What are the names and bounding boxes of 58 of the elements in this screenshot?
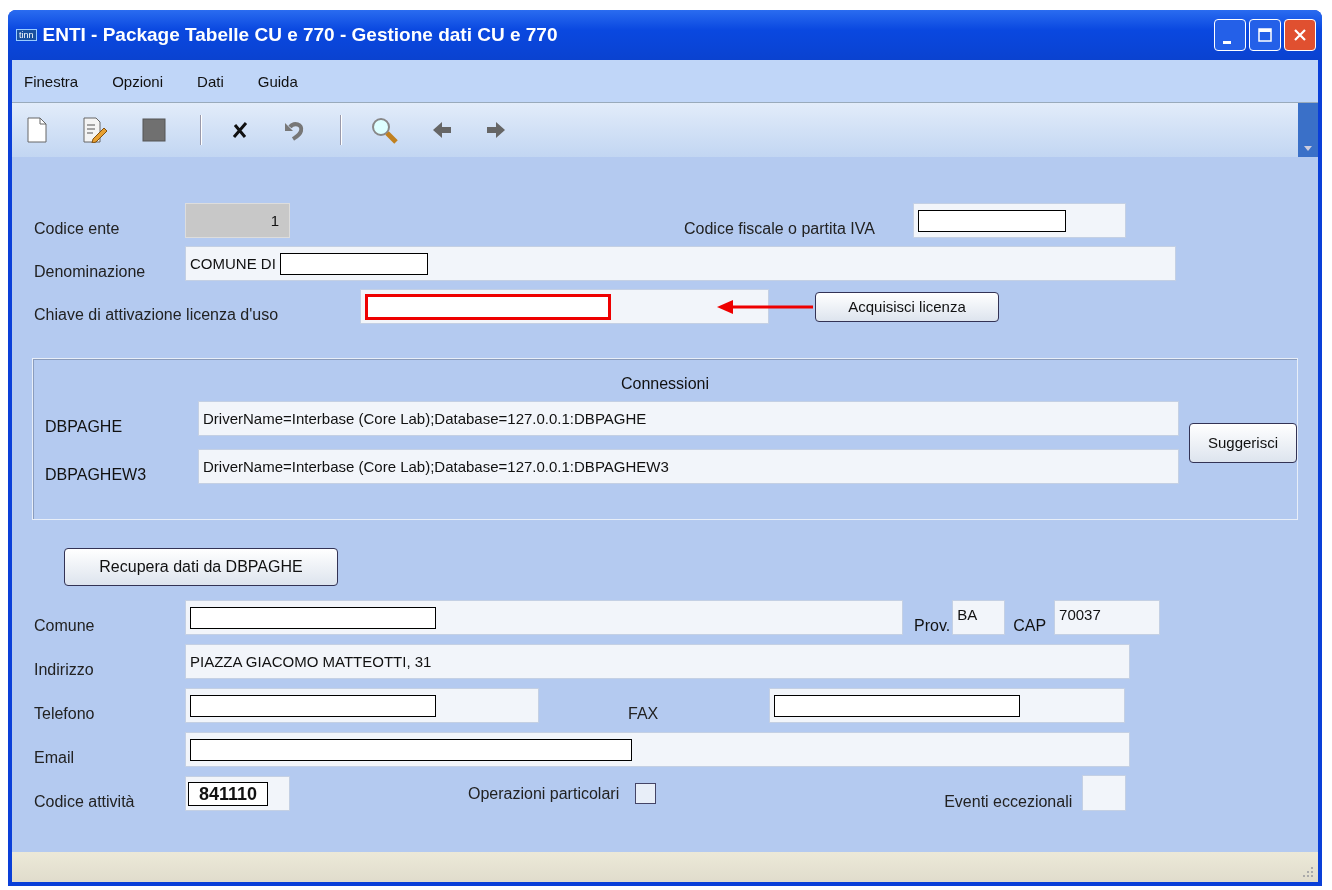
app-icon: tinn [16,29,37,41]
close-button[interactable] [1284,19,1316,51]
close-icon [1292,27,1308,43]
tax-code-field[interactable] [912,203,1126,238]
events-field[interactable] [1082,775,1127,811]
minimize-icon [1223,40,1231,44]
name-field[interactable]: COMUNE DI [185,246,1176,281]
field-label: Codice attività [33,793,136,811]
field-label: DBPAGHEW3 [44,466,148,484]
town-field[interactable] [185,600,903,635]
connection-field[interactable]: DriverName=Interbase (Core Lab);Database=127.0.0.1:DBPAGHEW3 [198,449,1179,484]
resize-grip-icon [1302,866,1314,878]
edit-document-icon[interactable] [82,117,108,143]
menu-item[interactable]: Opzioni [112,72,164,90]
fax-field[interactable] [769,688,1126,723]
field-label: Codice ente [33,220,121,238]
minimize-button[interactable] [1214,19,1246,51]
window-title: ENTI - Package Tabelle CU e 770 - Gestione dati CU e 770 [42,24,559,46]
field-label: DBPAGHE [44,418,124,436]
cross-icon[interactable] [230,120,250,140]
field-label: Codice fiscale o partita IVA [683,220,875,238]
acquire-license-button[interactable]: Acquisisci licenza [815,291,999,322]
address-field[interactable]: PIAZZA GIACOMO MATTEOTTI, 31 [185,644,1130,679]
right-arrow-icon[interactable] [486,121,506,139]
license-key-field[interactable] [360,289,769,324]
field-label: Indirizzo [33,661,95,679]
menu-item[interactable]: Dati [197,72,224,90]
postal-code-field[interactable]: 70037 [1054,600,1161,635]
field-label: Eventi eccezionali [943,793,1073,811]
field-label: Email [33,749,75,767]
menu-item[interactable]: Finestra [24,72,79,90]
field-label: Operazioni particolari [467,784,620,803]
field-label: Telefono [33,705,96,723]
email-field[interactable] [185,732,1130,767]
activity-code-field[interactable]: 841110 [185,776,290,811]
field-label: FAX [627,705,659,723]
suggest-button[interactable]: Suggerisci [1189,422,1297,463]
field-label: Chiave di attivazione licenza d'uso [33,306,280,324]
field-label: Denominazione [33,263,147,281]
dropdown-triangle-icon [1304,146,1312,151]
field-value: COMUNE DI [190,255,276,272]
checkbox[interactable] [635,783,657,804]
maximize-icon [1257,27,1273,43]
province-field[interactable]: BA [952,600,1006,635]
undo-icon[interactable] [284,119,306,141]
group-title: Connessioni [620,375,710,392]
field-value: 841110 [188,781,269,806]
retrieve-data-button[interactable]: Recupera dati da DBPAGHE [64,548,338,586]
phone-field[interactable] [185,688,539,723]
field-label: Comune [33,617,96,635]
maximize-button[interactable] [1249,19,1281,51]
connection-field[interactable]: DriverName=Interbase (Core Lab);Database=127.0.0.1:DBPAGHE [198,401,1179,436]
search-icon[interactable] [370,116,398,144]
menu-item[interactable]: Guida [257,72,298,90]
new-document-icon[interactable] [26,117,48,143]
field-label: Prov. [914,617,951,635]
field-label: CAP [1013,617,1047,635]
left-arrow-icon[interactable] [432,121,452,139]
